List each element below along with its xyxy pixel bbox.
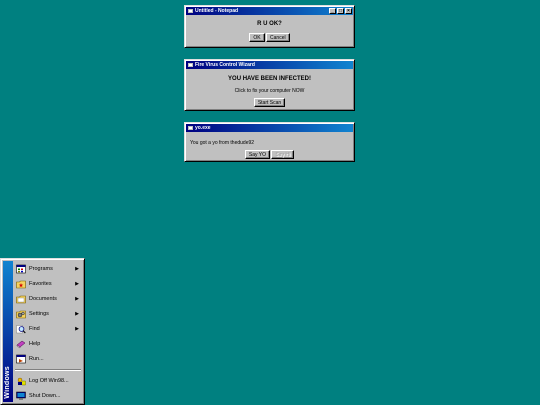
menu-item-label: Favorites: [29, 280, 52, 287]
notepad-app-icon: [188, 9, 193, 13]
start-menu-banner-text: Windows: [4, 366, 11, 399]
virus-title: Fire Virus Control Wizard: [195, 62, 255, 68]
menu-item-label: Run...: [29, 355, 44, 362]
ok-button[interactable]: OK: [249, 33, 265, 42]
virus-titlebar[interactable]: Fire Virus Control Wizard: [186, 61, 353, 69]
notepad-window: Untitled - Notepad _ □ × R U OK? OK Canc…: [184, 5, 355, 48]
submenu-arrow-icon: ▶: [75, 280, 79, 287]
submenu-arrow-icon: ▶: [75, 310, 79, 317]
menu-item-label: Documents: [29, 295, 57, 302]
menu-item-logoff[interactable]: Log Off Win98...: [14, 373, 82, 388]
virus-window: Fire Virus Control Wizard YOU HAVE BEEN …: [184, 59, 355, 111]
virus-app-icon: [188, 63, 193, 67]
menu-item-settings[interactable]: Settings ▶: [14, 306, 82, 321]
virus-headline: YOU HAVE BEEN INFECTED!: [228, 76, 311, 82]
shutdown-icon: [16, 391, 26, 401]
submenu-arrow-icon: ▶: [75, 325, 79, 332]
menu-item-help[interactable]: Help: [14, 336, 82, 351]
yo-message: You got a yo from thedude92: [190, 140, 255, 146]
find-icon: [16, 324, 26, 334]
yo-titlebar[interactable]: yo.exe: [186, 124, 353, 132]
notepad-title: Untitled - Notepad: [195, 8, 239, 14]
programs-icon: [16, 264, 26, 274]
yo-window: yo.exe You got a yo from thedude92 Say Y…: [184, 122, 355, 162]
menu-item-label: Programs: [29, 265, 53, 272]
logoff-icon: [16, 376, 26, 386]
menu-item-shutdown[interactable]: Shut Down...: [14, 388, 82, 403]
menu-item-label: Help: [29, 340, 41, 347]
yo-title: yo.exe: [195, 125, 211, 131]
menu-separator: [15, 369, 81, 371]
documents-icon: [16, 294, 26, 304]
maximize-button[interactable]: □: [337, 8, 344, 14]
start-menu: Windows Programs ▶ Favorites ▶ Documents…: [0, 258, 85, 405]
menu-item-label: Shut Down...: [29, 392, 61, 399]
submenu-arrow-icon: ▶: [75, 295, 79, 302]
settings-icon: [16, 309, 26, 319]
start-scan-button[interactable]: Start Scan: [253, 98, 286, 107]
help-icon: [16, 339, 26, 349]
menu-item-documents[interactable]: Documents ▶: [14, 291, 82, 306]
submenu-arrow-icon: ▶: [75, 265, 79, 272]
virus-subtext: Click to fix your computer NOW: [234, 88, 305, 94]
menu-item-favorites[interactable]: Favorites ▶: [14, 276, 82, 291]
disabled-button: Say Hi: [271, 150, 295, 159]
favorites-icon: [16, 279, 26, 289]
menu-item-run[interactable]: Run...: [14, 351, 82, 366]
yo-app-icon: [188, 126, 193, 130]
menu-item-label: Settings: [29, 310, 49, 317]
cancel-button[interactable]: Cancel: [266, 33, 290, 42]
menu-item-label: Find: [29, 325, 40, 332]
menu-item-label: Log Off Win98...: [29, 377, 69, 384]
start-menu-banner: Windows: [3, 261, 13, 402]
say-yo-button[interactable]: Say YO: [244, 150, 270, 159]
menu-item-programs[interactable]: Programs ▶: [14, 261, 82, 276]
menu-item-find[interactable]: Find ▶: [14, 321, 82, 336]
close-button[interactable]: ×: [345, 8, 352, 14]
notepad-message: R U OK?: [257, 21, 282, 27]
notepad-titlebar[interactable]: Untitled - Notepad _ □ ×: [186, 7, 353, 15]
minimize-button[interactable]: _: [329, 8, 336, 14]
run-icon: [16, 354, 26, 364]
